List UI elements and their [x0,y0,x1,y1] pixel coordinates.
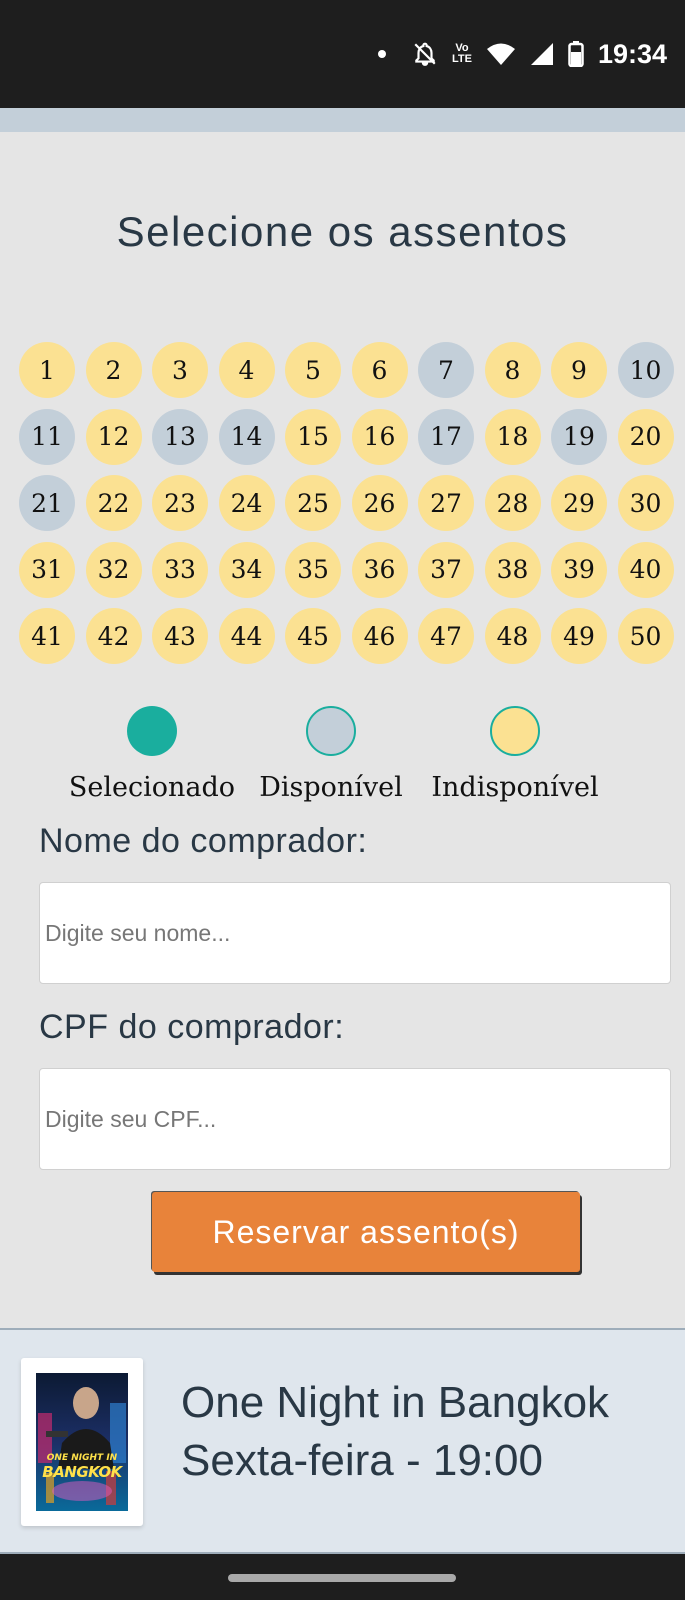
system-nav-bar [0,1554,685,1600]
seat-33[interactable]: 33 [152,541,208,598]
seat-46[interactable]: 46 [351,608,408,664]
seat-5[interactable]: 5 [285,342,341,398]
seat-38[interactable]: 38 [484,541,541,598]
seat-41[interactable]: 41 [19,608,75,664]
seat-43[interactable]: 43 [152,608,208,664]
seat-11[interactable]: 11 [19,408,75,465]
seat-10[interactable]: 10 [617,342,674,398]
footer-info: One Night in Bangkok Sexta-feira - 19:00 [181,1374,609,1490]
home-gesture-handle[interactable] [228,1574,456,1582]
wifi-icon [486,42,516,66]
seat-37[interactable]: 37 [418,541,474,598]
notification-dot-icon [377,50,386,58]
seat-28[interactable]: 28 [484,475,541,531]
legend-selected-circle [127,706,177,756]
seat-42[interactable]: 42 [85,608,142,664]
seat-50[interactable]: 50 [617,608,674,664]
seat-19[interactable]: 19 [551,408,607,465]
seat-23[interactable]: 23 [152,475,208,531]
seat-31[interactable]: 31 [19,541,75,598]
legend-available: Disponível [256,706,406,803]
seat-39[interactable]: 39 [551,541,607,598]
seat-47[interactable]: 47 [418,608,474,664]
seat-20[interactable]: 20 [617,408,674,465]
seat-15[interactable]: 15 [285,408,341,465]
legend-available-circle [306,706,356,756]
seat-14[interactable]: 14 [218,408,275,465]
session-footer: ONE NIGHT IN BANGKOK One Night in Bangko… [0,1328,685,1554]
reserve-seats-button[interactable]: Reservar assento(s) [152,1192,580,1272]
seat-7[interactable]: 7 [418,342,474,398]
seat-grid: 1 2 3 4 5 6 7 8 9 10 11 12 13 14 15 16 17 18 19 20 21 22 23 24 2… [19,342,679,664]
legend-unavailable-label: Indisponível [431,772,599,803]
status-bar: Vo LTE 19:34 [0,0,685,108]
silent-bell-icon [412,41,438,67]
seat-4[interactable]: 4 [218,342,275,398]
legend-unavailable-circle [490,706,540,756]
seat-legend: Selecionado Disponível Indisponível [0,706,685,806]
seat-21[interactable]: 21 [19,475,75,531]
session-time: Sexta-feira - 19:00 [181,1436,543,1485]
cpf-field-label: CPF do comprador: [39,1008,345,1046]
seat-1[interactable]: 1 [19,342,75,398]
page-title: Selecione os assentos [116,208,569,255]
seat-29[interactable]: 29 [551,475,607,531]
volte-bottom-text: LTE [451,53,472,65]
movie-poster: ONE NIGHT IN BANGKOK [36,1373,128,1511]
app-top-bar [0,108,685,132]
battery-icon [568,41,584,67]
seat-30[interactable]: 30 [617,475,674,531]
seat-36[interactable]: 36 [351,541,408,598]
seat-17[interactable]: 17 [418,408,474,465]
poster-title-line1: ONE NIGHT IN [46,1453,118,1463]
seat-13[interactable]: 13 [152,408,208,465]
cpf-input[interactable] [39,1068,671,1170]
signal-icon [530,42,554,66]
legend-available-label: Disponível [259,772,403,803]
seat-8[interactable]: 8 [484,342,541,398]
name-field-label: Nome do comprador: [39,822,368,860]
seat-3[interactable]: 3 [152,342,208,398]
name-input[interactable] [39,882,671,984]
clock: 19:34 [597,38,667,69]
seat-6[interactable]: 6 [351,342,408,398]
seat-32[interactable]: 32 [85,541,142,598]
legend-selected: Selecionado [67,706,237,803]
seat-9[interactable]: 9 [551,342,607,398]
movie-poster-frame: ONE NIGHT IN BANGKOK [21,1358,143,1526]
poster-title-line2: BANGKOK [42,1463,122,1481]
seat-40[interactable]: 40 [617,541,674,598]
seat-22[interactable]: 22 [85,475,142,531]
seat-12[interactable]: 12 [85,408,142,465]
seat-25[interactable]: 25 [285,475,341,531]
seat-48[interactable]: 48 [484,608,541,664]
legend-selected-label: Selecionado [68,772,236,803]
volte-icon: Vo LTE [452,43,472,65]
status-icons: Vo LTE 19:34 [377,36,667,72]
seat-26[interactable]: 26 [351,475,408,531]
seat-49[interactable]: 49 [551,608,607,664]
movie-title: One Night in Bangkok [181,1378,610,1427]
seat-35[interactable]: 35 [285,541,341,598]
seat-16[interactable]: 16 [351,408,408,465]
seat-18[interactable]: 18 [484,408,541,465]
seat-45[interactable]: 45 [285,608,341,664]
legend-unavailable: Indisponível [425,706,605,803]
seat-2[interactable]: 2 [85,342,142,398]
seat-44[interactable]: 44 [218,608,275,664]
seat-27[interactable]: 27 [418,475,474,531]
seat-34[interactable]: 34 [218,541,275,598]
seat-24[interactable]: 24 [218,475,275,531]
